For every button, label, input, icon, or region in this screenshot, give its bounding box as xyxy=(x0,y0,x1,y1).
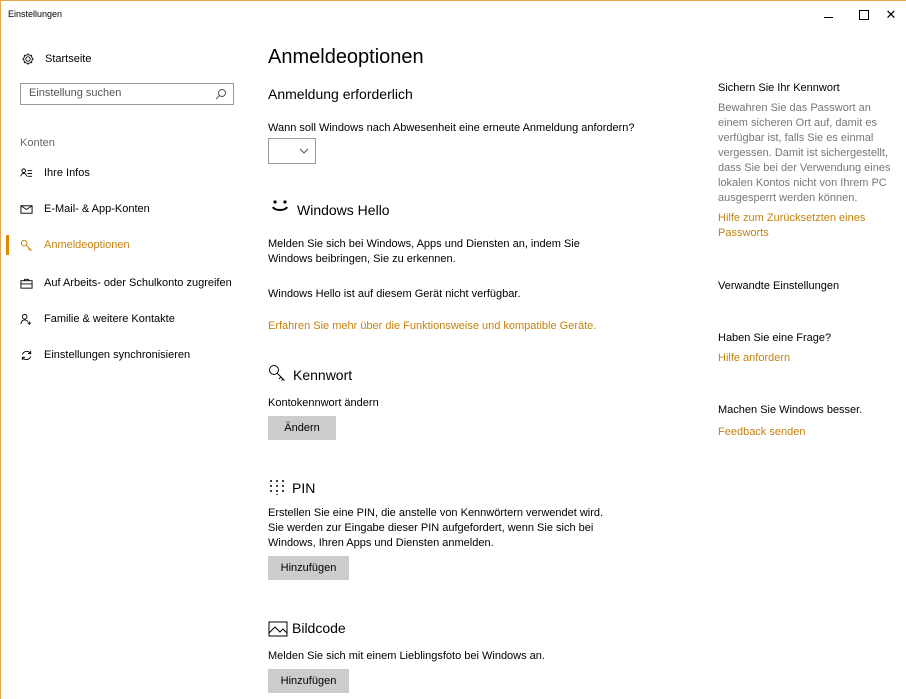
question-title: Haben Sie eine Frage? xyxy=(718,332,832,344)
windows-hello-heading: Windows Hello xyxy=(297,202,390,218)
hello-description-2: Windows beibringen, Sie zu erkennen. xyxy=(268,253,456,265)
secure-password-line-5: dass Sie bei der Verwendung eines xyxy=(718,162,891,174)
window-title: Einstellungen xyxy=(8,9,63,19)
page-title: Anmeldeoptionen xyxy=(268,46,424,68)
reset-password-link-line-1: Hilfe zum Zurücksetzten eines xyxy=(718,212,866,224)
sync-icon xyxy=(19,348,33,362)
reset-password-link[interactable]: Hilfe zum Zurücksetzten eines Passworts xyxy=(718,211,865,241)
sidebar-item-anmeldeoptionen[interactable]: Anmeldeoptionen xyxy=(19,235,130,255)
close-icon: ✕ xyxy=(885,7,897,22)
picture-icon xyxy=(268,621,288,637)
secure-password-line-6: lokalen Kontos nicht von Ihrem PC xyxy=(718,177,887,189)
password-change-label: Kontokennwort ändern xyxy=(268,397,379,409)
signin-required-heading: Anmeldung erforderlich xyxy=(268,86,413,102)
signin-timeout-dropdown[interactable] xyxy=(268,138,316,164)
sidebar-item-synchronisieren[interactable]: Einstellungen synchronisieren xyxy=(19,345,190,365)
secure-password-line-4: vergessen. Damit ist sichergestellt, xyxy=(718,147,888,159)
nav-home[interactable]: Startseite xyxy=(21,52,91,66)
sidebar-item-label: Familie & weitere Kontakte xyxy=(44,313,175,325)
mail-icon xyxy=(19,202,33,216)
chevron-down-icon xyxy=(299,148,309,154)
secure-password-title: Sichern Sie Ihr Kennwort xyxy=(718,82,840,94)
smiley-icon xyxy=(272,200,288,211)
hello-learn-more-link[interactable]: Erfahren Sie mehr über die Funktionsweis… xyxy=(268,319,596,334)
sidebar-item-label: Einstellungen synchronisieren xyxy=(44,349,191,361)
secure-password-line-3: verfügbar ist, falls Sie es einmal xyxy=(718,132,874,144)
hello-description-1: Melden Sie sich bei Windows, Apps und Di… xyxy=(268,238,580,250)
secure-password-line-7: ausgesperrt werden können. xyxy=(718,192,858,204)
pin-keypad-icon xyxy=(270,480,284,495)
maximize-icon xyxy=(859,10,869,20)
related-settings-title: Verwandte Einstellungen xyxy=(718,280,840,292)
person-add-icon xyxy=(19,312,33,326)
sidebar-item-label: Ihre Infos xyxy=(44,167,90,179)
search-box[interactable] xyxy=(20,83,234,105)
sidebar-item-label: Anmeldeoptionen xyxy=(44,239,130,251)
search-input[interactable] xyxy=(29,87,209,99)
add-pin-button[interactable]: Hinzufügen xyxy=(268,556,349,580)
pin-description-3: Windows, Ihren Apps und Diensten anmelde… xyxy=(268,537,494,549)
section-title-konten: Konten xyxy=(20,137,55,149)
nav-home-label: Startseite xyxy=(45,53,92,65)
briefcase-icon xyxy=(19,276,33,290)
window-frame-left xyxy=(0,0,1,699)
secure-password-line-2: einem sicheren Ort auf, damit es xyxy=(718,117,877,129)
gear-icon xyxy=(22,53,34,65)
title-bar: Einstellungen ✕ xyxy=(0,0,906,30)
key-icon xyxy=(269,365,285,381)
person-lines-icon xyxy=(19,166,33,180)
change-password-button[interactable]: Ändern xyxy=(268,416,336,440)
get-help-link[interactable]: Hilfe anfordern xyxy=(718,351,790,366)
sidebar-item-arbeitskonto[interactable]: Auf Arbeits- oder Schulkonto zugreifen xyxy=(19,273,232,293)
minimize-button[interactable] xyxy=(808,2,848,28)
picture-password-description: Melden Sie sich mit einem Lieblingsfoto … xyxy=(268,650,545,662)
sidebar-item-label: Auf Arbeits- oder Schulkonto zugreifen xyxy=(44,277,232,289)
pin-heading: PIN xyxy=(292,480,316,496)
search-icon xyxy=(215,89,226,100)
add-picture-password-button[interactable]: Hinzufügen xyxy=(268,669,349,693)
active-indicator xyxy=(6,235,9,255)
sidebar-item-label: E-Mail- & App-Konten xyxy=(44,203,150,215)
sidebar-item-ihre-infos[interactable]: Ihre Infos xyxy=(19,163,90,183)
key-icon xyxy=(19,238,33,252)
hello-unavailable-text: Windows Hello ist auf diesem Gerät nicht… xyxy=(268,288,521,300)
secure-password-line-1: Bewahren Sie das Passwort an xyxy=(718,102,871,114)
sidebar-item-email-konten[interactable]: E-Mail- & App-Konten xyxy=(19,199,150,219)
feedback-link[interactable]: Feedback senden xyxy=(718,425,805,440)
reset-password-link-line-2: Passworts xyxy=(718,227,769,239)
password-heading: Kennwort xyxy=(293,367,353,383)
pin-description-1: Erstellen Sie eine PIN, die anstelle von… xyxy=(268,507,604,519)
close-button[interactable]: ✕ xyxy=(871,2,906,28)
minimize-icon xyxy=(823,16,833,18)
picture-password-heading: Bildcode xyxy=(292,620,346,636)
pin-description-2: Sie werden zur Eingabe dieser PIN aufgef… xyxy=(268,522,594,534)
sidebar-item-familie[interactable]: Familie & weitere Kontakte xyxy=(19,309,175,329)
signin-question: Wann soll Windows nach Abwesenheit eine … xyxy=(268,122,635,134)
improve-windows-title: Machen Sie Windows besser. xyxy=(718,404,863,416)
